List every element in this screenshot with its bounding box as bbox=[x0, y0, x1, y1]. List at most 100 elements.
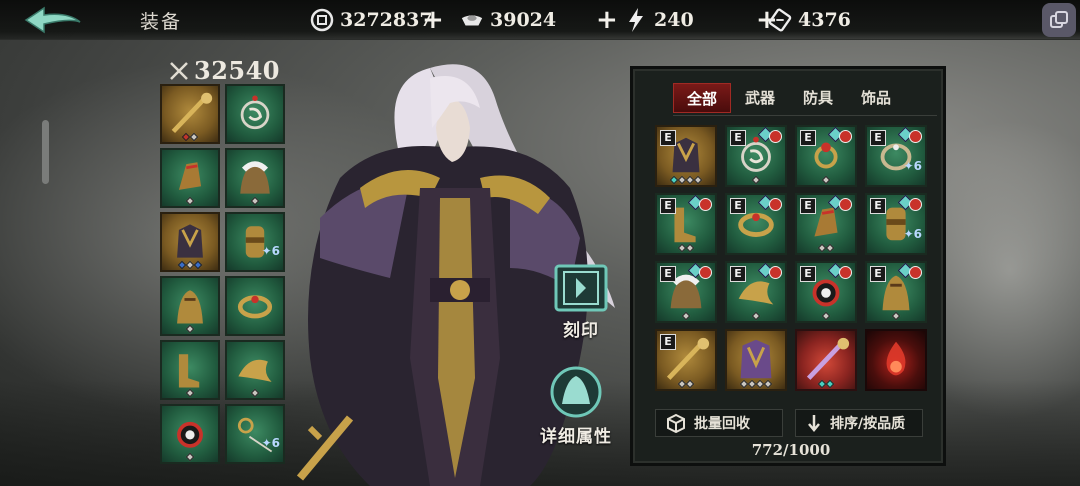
gem-socket-icon bbox=[825, 243, 835, 253]
lock-icon bbox=[909, 198, 922, 211]
gem-socket-icon bbox=[825, 379, 835, 389]
lock-icon bbox=[699, 198, 712, 211]
gem-sockets bbox=[727, 311, 785, 321]
inventory-item-orb[interactable]: E bbox=[795, 261, 857, 323]
stack-count: ✦6 bbox=[261, 244, 280, 258]
back-arrow-icon bbox=[24, 6, 81, 34]
gem-socket-icon bbox=[891, 311, 901, 321]
gem-sockets bbox=[162, 324, 218, 334]
inventory-item-armor[interactable]: E bbox=[655, 125, 717, 187]
equipped-badge: E bbox=[660, 198, 676, 214]
gem-socket-icon bbox=[250, 196, 260, 206]
gem-sockets bbox=[162, 452, 218, 462]
sort-button[interactable]: 排序/按品质 bbox=[795, 409, 923, 437]
engrave-icon bbox=[554, 264, 608, 312]
lock-icon bbox=[769, 266, 782, 279]
details-label: 详细属性 bbox=[540, 427, 612, 447]
gem-sockets bbox=[162, 388, 218, 398]
inventory-item-amulet[interactable]: E bbox=[725, 125, 787, 187]
gem-sockets bbox=[797, 175, 855, 185]
back-button[interactable] bbox=[22, 4, 86, 36]
gem-sockets bbox=[162, 132, 218, 142]
inventory-item-bracer[interactable]: E ✦6 bbox=[865, 193, 927, 255]
add-ingot-button[interactable]: + bbox=[596, 7, 618, 33]
inventory-item-fur-cloak[interactable]: E bbox=[655, 261, 717, 323]
tab-all[interactable]: 全部 bbox=[673, 83, 731, 113]
tab-weapons[interactable]: 武器 bbox=[731, 83, 789, 113]
arrow-down-icon bbox=[808, 415, 820, 432]
gem-sockets bbox=[227, 196, 283, 206]
coin-icon bbox=[310, 8, 334, 32]
equipped-slot-orb[interactable] bbox=[160, 404, 220, 464]
equipped-slot-bracelet[interactable] bbox=[225, 276, 285, 336]
gem-socket-icon bbox=[751, 311, 761, 321]
gem-socket-icon bbox=[185, 196, 195, 206]
bulk-recycle-label: 批量回收 bbox=[694, 416, 750, 432]
gem-socket-icon bbox=[185, 324, 195, 334]
gem-sockets bbox=[162, 196, 218, 206]
menu-button[interactable] bbox=[1042, 3, 1076, 37]
gem-sockets bbox=[797, 379, 855, 389]
gem-socket-icon bbox=[185, 388, 195, 398]
inventory-item-boots[interactable]: E bbox=[655, 193, 717, 255]
gem-sockets bbox=[657, 379, 715, 389]
equipped-badge: E bbox=[870, 266, 886, 282]
equipped-badge: E bbox=[800, 198, 816, 214]
inventory-item-robe[interactable]: E bbox=[865, 261, 927, 323]
gem-sockets bbox=[727, 379, 785, 389]
add-coin-button[interactable]: + bbox=[422, 7, 444, 33]
inventory-item-ring[interactable]: E bbox=[795, 125, 857, 187]
gem-socket-icon bbox=[821, 311, 831, 321]
purple-armor-icon bbox=[740, 339, 772, 379]
lock-icon bbox=[909, 266, 922, 279]
bulk-recycle-button[interactable]: 批量回收 bbox=[655, 409, 783, 437]
inventory-item-gauntlet[interactable]: E bbox=[795, 193, 857, 255]
inventory-item-red-staff[interactable] bbox=[795, 329, 857, 391]
tab-accessories[interactable]: 饰品 bbox=[847, 83, 905, 113]
lock-icon bbox=[769, 130, 782, 143]
gem-socket-icon bbox=[185, 452, 195, 462]
gem-socket-icon bbox=[193, 260, 203, 270]
equipped-slot-armor[interactable] bbox=[160, 212, 220, 272]
gem-sockets bbox=[797, 311, 855, 321]
ingot-icon bbox=[460, 8, 484, 32]
equipped-slot-staff[interactable] bbox=[160, 84, 220, 144]
equipped-slots: ✦6 ✦6 bbox=[160, 84, 285, 464]
inventory-item-staff[interactable]: E bbox=[655, 329, 717, 391]
inventory-item-shoulder[interactable]: E bbox=[725, 261, 787, 323]
equipped-slot-ring-chain[interactable]: ✦6 bbox=[225, 404, 285, 464]
red-staff-icon bbox=[806, 337, 850, 380]
engrave-label: 刻印 bbox=[563, 321, 599, 341]
inventory-item-ring-bracelet[interactable]: E ✦6 bbox=[865, 125, 927, 187]
equipped-badge: E bbox=[870, 198, 886, 214]
gem-sockets bbox=[797, 243, 855, 253]
gem-socket-icon bbox=[189, 132, 199, 142]
gem-socket-icon bbox=[751, 175, 761, 185]
inventory-item-bracelet[interactable]: E bbox=[725, 193, 787, 255]
equipped-slot-bracer[interactable]: ✦6 bbox=[225, 212, 285, 272]
inventory-panel: 全部 武器 防具 饰品 E E E E ✦6 E E E E ✦6 E E E E E 批量回收 排序/按品质 7… bbox=[630, 66, 946, 466]
equipped-slot-gauntlet[interactable] bbox=[160, 148, 220, 208]
lightning-icon bbox=[624, 8, 648, 32]
engrave-button[interactable]: 刻印 bbox=[548, 262, 614, 341]
gem-sockets bbox=[867, 311, 925, 321]
equipped-slot-boots[interactable] bbox=[160, 340, 220, 400]
ticket-icon bbox=[768, 8, 792, 32]
gem-sockets bbox=[657, 243, 715, 253]
equipped-slot-shoulder[interactable] bbox=[225, 340, 285, 400]
recycle-box-icon bbox=[667, 413, 685, 433]
gem-sockets bbox=[657, 311, 715, 321]
inventory-item-purple-armor[interactable] bbox=[725, 329, 787, 391]
equipped-slot-fur-cloak[interactable] bbox=[225, 148, 285, 208]
top-bar: 装备 3272837 + 39024 + 240 + 4376 bbox=[0, 0, 1080, 40]
gem-socket-icon bbox=[693, 175, 703, 185]
equipped-slot-amulet[interactable] bbox=[225, 84, 285, 144]
inventory-item-flame[interactable] bbox=[865, 329, 927, 391]
combat-power: 32540 bbox=[168, 56, 280, 85]
details-button[interactable]: 详细属性 bbox=[540, 364, 612, 447]
side-scroll-handle[interactable] bbox=[42, 120, 49, 184]
tab-armor[interactable]: 防具 bbox=[789, 83, 847, 113]
equipped-slot-robe[interactable] bbox=[160, 276, 220, 336]
resource-ingot: 39024 + bbox=[460, 5, 618, 35]
gem-socket-icon bbox=[685, 379, 695, 389]
